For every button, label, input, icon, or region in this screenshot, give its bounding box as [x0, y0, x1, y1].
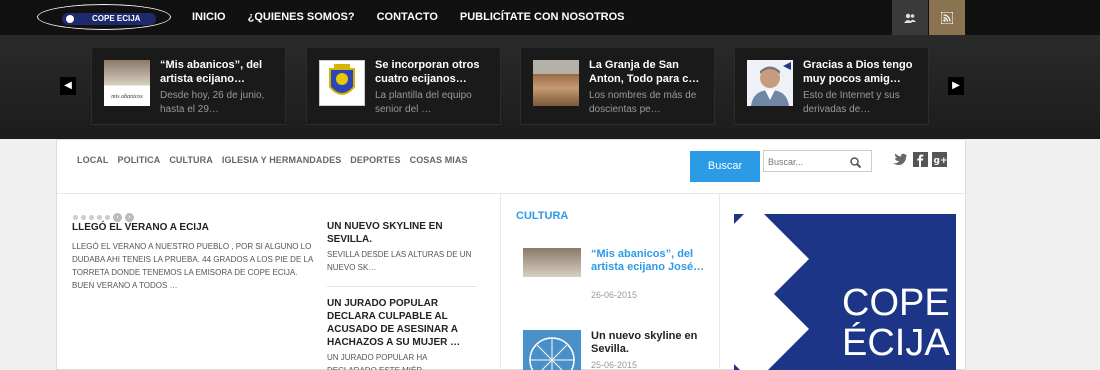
- side-story-text: UN JURADO POPULAR HA DECLARADO ESTE MIÉR: [327, 353, 428, 370]
- google-plus-icon[interactable]: g+: [932, 152, 947, 167]
- slider-card[interactable]: Se incorporan otros cuatro ecijanos… La …: [306, 47, 501, 125]
- slider-next-button[interactable]: ▶: [948, 77, 964, 95]
- slider-card-title[interactable]: Se incorporan otros cuatro ecijanos…: [375, 58, 495, 86]
- carousel-pager: ‹ ›: [73, 213, 134, 222]
- pager-dot[interactable]: [105, 215, 110, 220]
- cultura-item-date: 25-06-2015: [591, 360, 638, 370]
- slider-card-desc: Desde hoy, 26 de junio, hasta el 29…: [160, 90, 265, 115]
- cope-ecija-banner[interactable]: COPE ÉCIJA: [734, 214, 956, 370]
- side-story-text: SEVILLA DESDE LAS ALTURAS DE UN NUEVO SK…: [327, 250, 472, 272]
- cultura-thumb-image[interactable]: [523, 330, 581, 370]
- slider-thumb-image: [747, 60, 793, 106]
- category-link[interactable]: POLITICA: [118, 155, 161, 165]
- category-link[interactable]: DEPORTES: [350, 155, 400, 165]
- content-area: LOCAL POLITICA CULTURA IGLESIA Y HERMAND…: [56, 139, 966, 370]
- category-nav: LOCAL POLITICA CULTURA IGLESIA Y HERMAND…: [77, 155, 477, 165]
- slider-card-title[interactable]: La Granja de San Anton, Todo para c…: [589, 58, 709, 86]
- pager-dot[interactable]: [89, 215, 94, 220]
- search-input[interactable]: [768, 154, 848, 169]
- site-logo[interactable]: COPE ECIJA: [34, 1, 174, 33]
- top-navbar: COPE ECIJA INICIO ¿QUIENES SOMOS? CONTAC…: [0, 0, 1100, 35]
- banner-line1: COPE: [842, 282, 950, 324]
- divider: [57, 193, 965, 194]
- nav-item-publicitate[interactable]: PUBLICÍTATE CON NOSOTROS: [460, 0, 625, 35]
- facebook-icon[interactable]: [913, 152, 928, 167]
- slider-card[interactable]: Gracias a Dios tengo muy pocos amig… Est…: [734, 47, 929, 125]
- search-icon[interactable]: [850, 155, 862, 173]
- column-divider: [719, 194, 720, 370]
- pager-dot[interactable]: [97, 215, 102, 220]
- rss-icon[interactable]: [929, 0, 965, 35]
- category-link[interactable]: COSAS MIAS: [410, 155, 468, 165]
- divider: [327, 286, 477, 287]
- side-story-title[interactable]: UN NUEVO SKYLINE EN SEVILLA.: [327, 220, 477, 246]
- pager-next-icon[interactable]: ›: [125, 213, 134, 222]
- slider-thumb-image: [319, 60, 365, 106]
- nav-item-inicio[interactable]: INICIO: [192, 0, 226, 35]
- side-story: UN JURADO POPULAR DECLARA CULPABLE AL AC…: [327, 297, 477, 370]
- slider-card-title[interactable]: “Mis abanicos”, del artista ecijano…: [160, 58, 280, 86]
- slider-card-desc: La plantilla del equipo senior del …: [375, 90, 472, 115]
- cultura-thumb-image[interactable]: [523, 248, 581, 296]
- main-nav: INICIO ¿QUIENES SOMOS? CONTACTO PUBLICÍT…: [192, 0, 647, 35]
- search-field: [763, 150, 872, 172]
- pager-prev-icon[interactable]: ‹: [113, 213, 122, 222]
- search-button[interactable]: Buscar: [690, 151, 760, 182]
- logo-mark-icon: [66, 15, 74, 23]
- slider-thumb-image: mis abanicos: [104, 60, 150, 106]
- nav-item-contacto[interactable]: CONTACTO: [377, 0, 438, 35]
- logo-text: COPE ECIJA: [62, 13, 156, 25]
- banner-line2: ÉCIJA: [842, 322, 950, 364]
- column-divider: [500, 194, 501, 370]
- cultura-heading[interactable]: CULTURA: [516, 210, 568, 222]
- slider-card[interactable]: mis abanicos “Mis abanicos”, del artista…: [91, 47, 286, 125]
- nav-item-quienes-somos[interactable]: ¿QUIENES SOMOS?: [248, 0, 355, 35]
- news-slider: ◀ mis abanicos “Mis abanicos”, del artis…: [0, 35, 1100, 139]
- user-icon[interactable]: [892, 0, 928, 35]
- slider-prev-button[interactable]: ◀: [60, 77, 76, 95]
- svg-text:g+: g+: [934, 156, 948, 166]
- thumb-caption: mis abanicos: [111, 94, 143, 100]
- twitter-icon[interactable]: [892, 152, 907, 167]
- category-link[interactable]: CULTURA: [169, 155, 213, 165]
- cultura-item-title[interactable]: “Mis abanicos”, del artista ecijano José…: [591, 248, 706, 274]
- pager-dot[interactable]: [73, 215, 78, 220]
- side-story: UN NUEVO SKYLINE EN SEVILLA. SEVILLA DES…: [327, 220, 477, 274]
- cultura-item-title[interactable]: Un nuevo skyline en Sevilla.: [591, 330, 706, 356]
- slider-card-desc: Esto de Internet y sus derivadas de…: [803, 90, 900, 115]
- slider-card-title[interactable]: Gracias a Dios tengo muy pocos amig…: [803, 58, 923, 86]
- cultura-item-date: 26-06-2015: [591, 290, 638, 300]
- main-story-text: LLEGÓ EL VERANO A NUESTRO PUEBLO , POR S…: [72, 242, 313, 290]
- side-story-title[interactable]: UN JURADO POPULAR DECLARA CULPABLE AL AC…: [327, 297, 477, 349]
- slider-thumb-image: [533, 60, 579, 106]
- slider-card[interactable]: La Granja de San Anton, Todo para c… Los…: [520, 47, 715, 125]
- slider-card-desc: Los nombres de más de doscientas pe…: [589, 90, 697, 115]
- category-link[interactable]: LOCAL: [77, 155, 109, 165]
- category-link[interactable]: IGLESIA Y HERMANDADES: [222, 155, 341, 165]
- main-story-title[interactable]: LLEGÓ EL VERANO A ECIJA: [72, 222, 209, 233]
- pager-dot[interactable]: [81, 215, 86, 220]
